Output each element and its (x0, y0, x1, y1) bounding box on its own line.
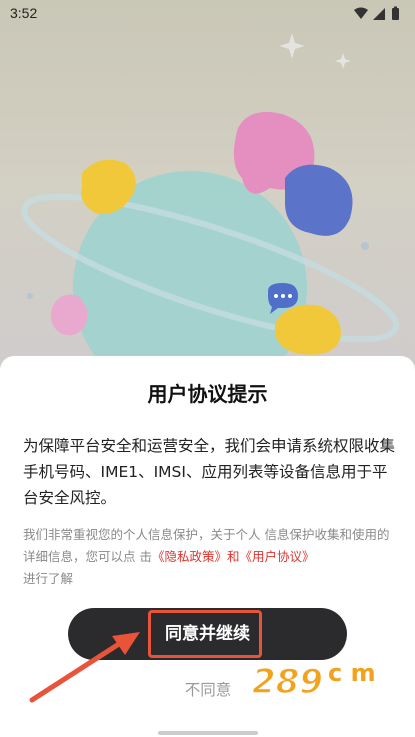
red-arrow-icon (29, 632, 140, 703)
watermark-suffix: c m (328, 659, 376, 687)
privacy-policy-link[interactable]: 《隐私政策》 (152, 549, 227, 564)
and-text: 和 (227, 549, 240, 564)
dialog-main-text: 为保障平台安全和运营安全，我们会申请系统权限收集手机号码、IME1、IMSI、应… (23, 437, 396, 507)
status-time: 3:52 (10, 5, 38, 21)
blue-blob (285, 164, 353, 236)
watermark-number: 289 (252, 662, 323, 702)
disagree-button[interactable]: 不同意 (158, 678, 258, 700)
dialog-title: 用户协议提示 (147, 382, 268, 406)
watermark-subtitle: 手游网 (320, 694, 383, 717)
navigation-bar (158, 731, 258, 735)
status-icons (354, 6, 399, 20)
signal-icon (373, 8, 385, 20)
user-agreement-link[interactable]: 《用户协议》 (240, 549, 315, 564)
dialog-note: 我们非常重视您的个人信息保护，关于个人 信息保护收集和使用的详细信息，您可以点 … (23, 524, 395, 590)
sparkle-icon (279, 33, 305, 59)
sparkle-icon (335, 53, 351, 69)
289-watermark-logo: 289 c m 手游网 (251, 659, 383, 717)
agree-highlight-box (148, 610, 262, 658)
pink-blob-small (51, 294, 88, 336)
status-bar: 3:52 (0, 0, 415, 28)
yellow-blob-right (275, 304, 341, 355)
wifi-icon (354, 7, 368, 19)
note-suffix: 进行了解 (23, 571, 74, 586)
battery-icon (392, 6, 399, 20)
planet-illustration (21, 33, 399, 368)
